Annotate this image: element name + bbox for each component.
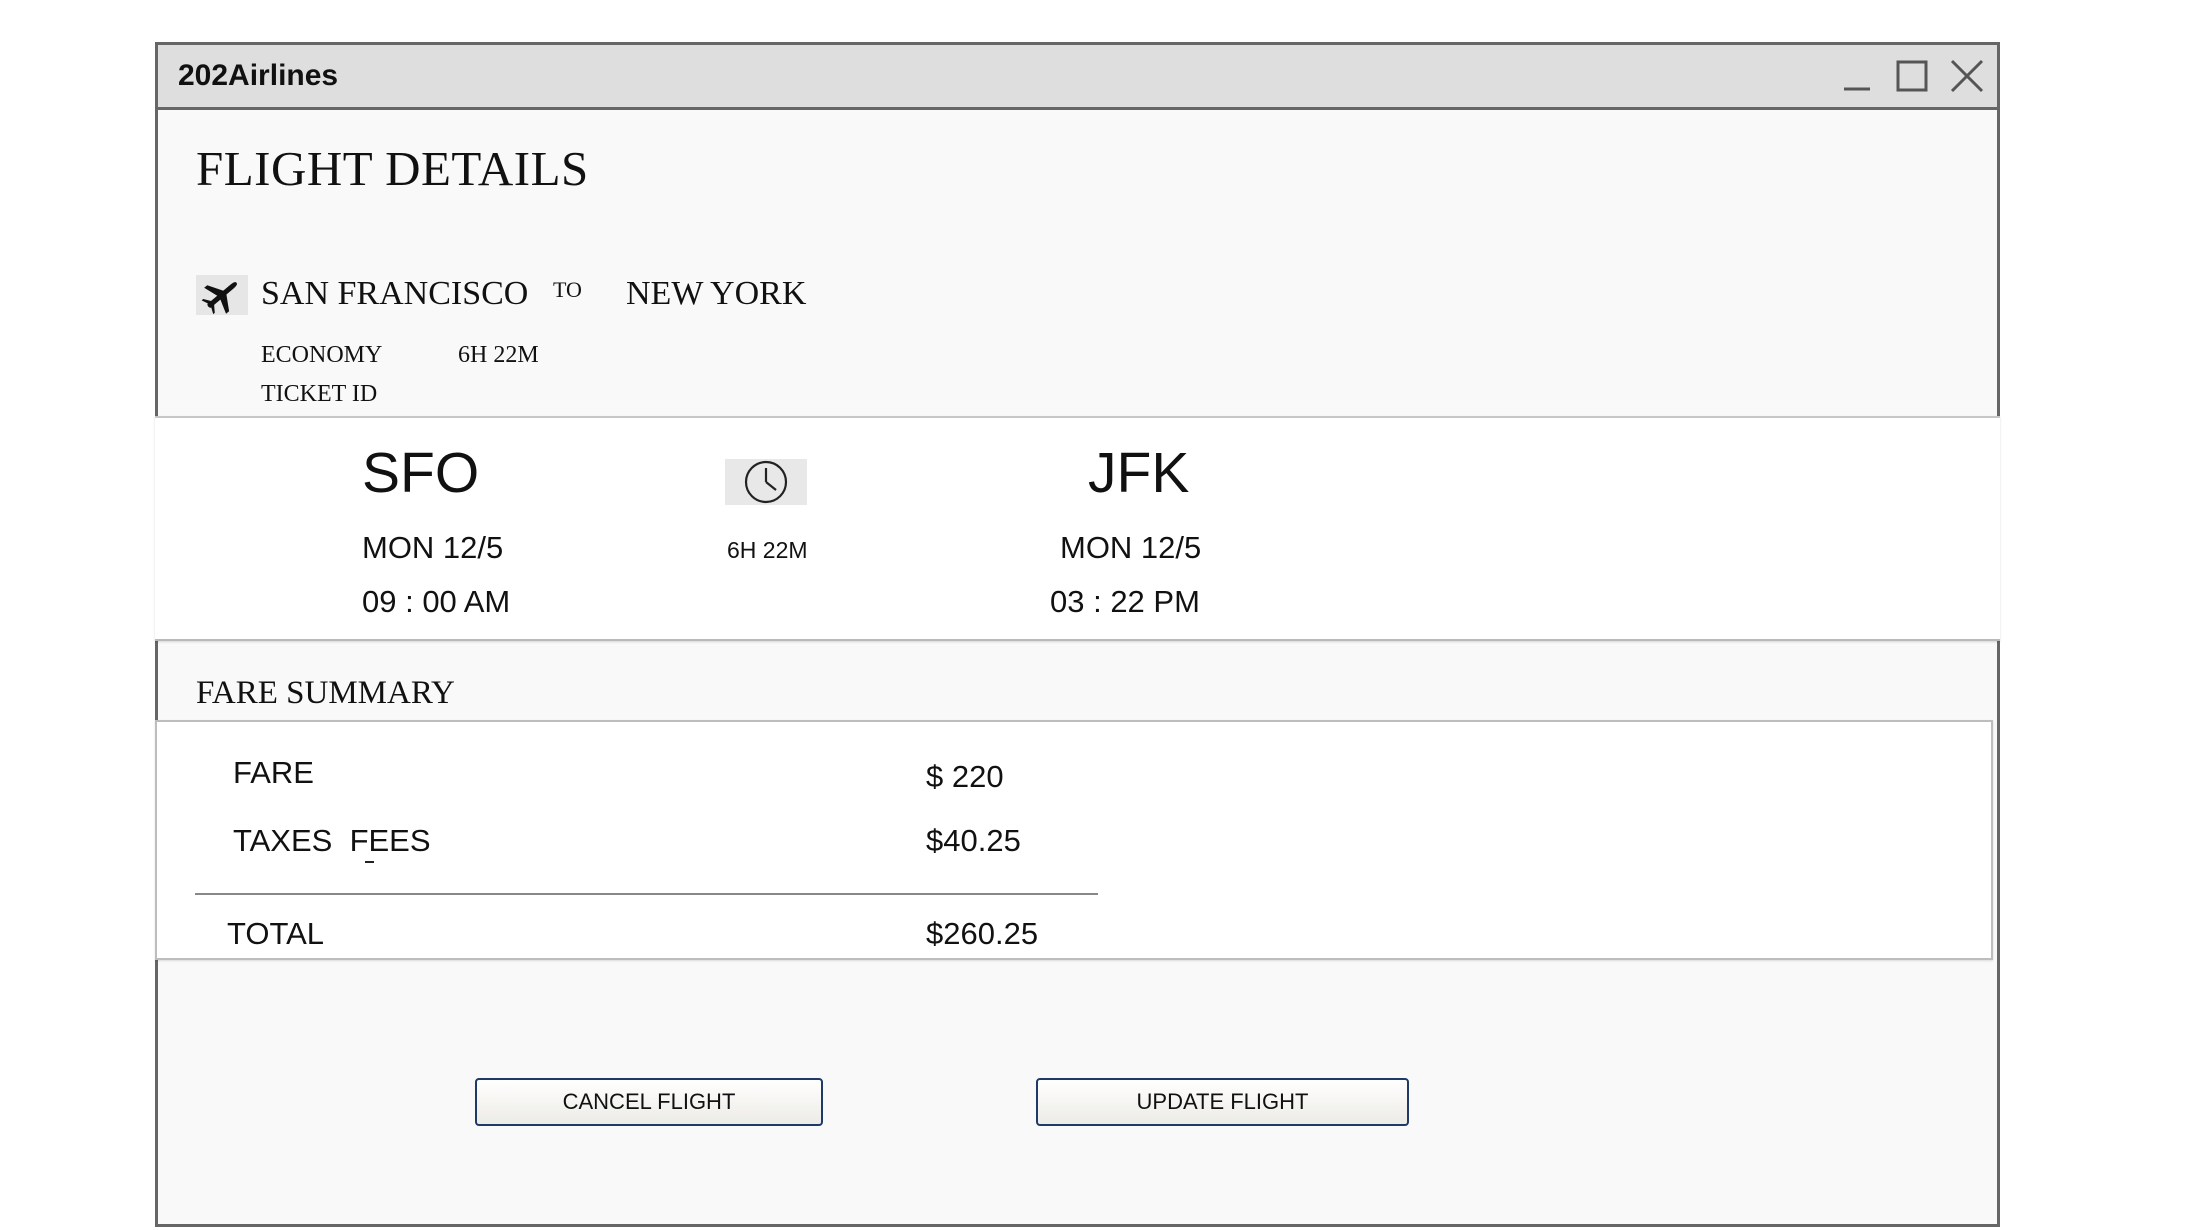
app-title: 202Airlines [178,59,339,92]
fare-value: $ 220 [926,759,1004,794]
minimize-icon[interactable] [1838,57,1876,95]
taxes-fees-separator [365,861,374,863]
arrival-airport-code: JFK [1088,441,1190,505]
taxes-fees-value: $40.25 [926,823,1021,858]
clock-icon [725,459,807,505]
departure-time: 09 : 00 AM [362,584,511,619]
maximize-icon[interactable] [1893,57,1931,95]
fare-label: FARE [233,755,314,790]
taxes-fees-label: TAXES FEES [233,823,431,858]
departure-airport-code: SFO [362,441,480,505]
update-flight-button[interactable]: UPDATE FLIGHT [1036,1078,1409,1126]
total-label: TOTAL [227,916,325,951]
origin-city: SAN FRANCISCO [261,275,529,312]
close-icon[interactable] [1948,57,1986,95]
arrival-time: 03 : 22 PM [1050,584,1200,619]
destination-city: NEW YORK [626,275,807,312]
flight-duration: 6H 22M [727,537,808,563]
to-label: TO [553,277,582,302]
cancel-flight-button[interactable]: CANCEL FLIGHT [475,1078,823,1126]
departure-date: MON 12/5 [362,530,504,565]
fare-summary-heading: FARE SUMMARY [196,675,455,711]
app-window: 202Airlines FLIGHT DETAILS SAN FRANCISCO… [155,42,2000,1227]
fare-divider [195,893,1098,895]
ticket-id-label: TICKET ID [261,381,378,407]
arrival-date: MON 12/5 [1060,530,1202,565]
page-title: FLIGHT DETAILS [196,141,589,196]
title-bar: 202Airlines [158,45,1997,110]
total-value: $260.25 [926,916,1039,951]
cabin-class: ECONOMY [261,342,383,368]
flight-times-panel: SFO MON 12/5 09 : 00 AM 6H 22M JFK MON 1… [155,416,2000,641]
airplane-icon [196,275,248,315]
fare-summary-panel: FARE $ 220 TAXES FEES $40.25 TOTAL $260.… [155,720,1993,960]
route-duration: 6H 22M [458,342,539,368]
